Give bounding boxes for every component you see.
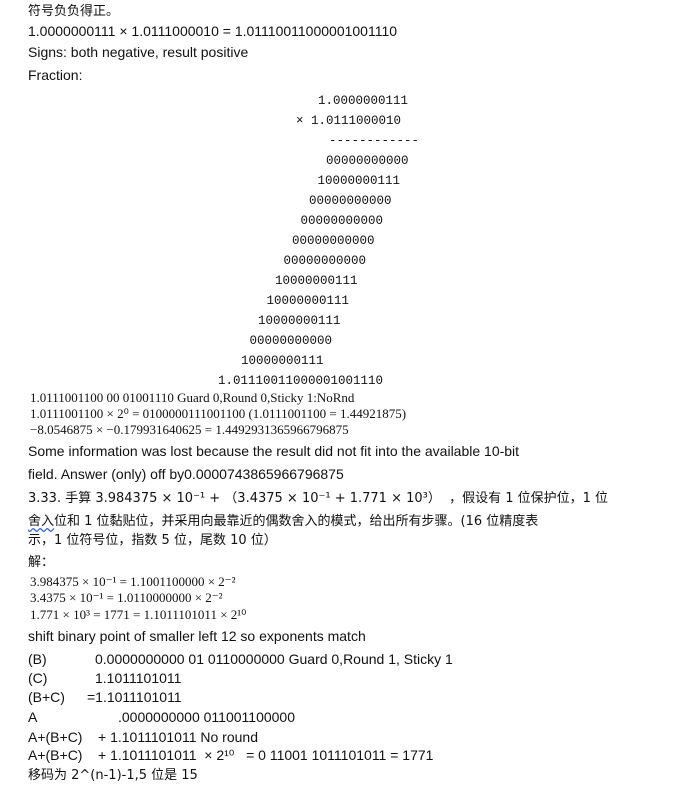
step-bc-label: (B+C) xyxy=(28,689,65,705)
multiplicand: 1.0000000111 xyxy=(318,94,409,108)
separator: ------------ xyxy=(329,134,420,148)
line-fraction-label: Fraction: xyxy=(28,67,83,83)
partial-product-row: 00000000000 xyxy=(309,194,392,208)
conversion-1: 3.984375 × 10⁻¹ = 1.1001100000 × 2⁻² xyxy=(30,574,236,589)
info-lost-line-2: field. Answer (only) off by0.00007438659… xyxy=(28,466,344,482)
problem-line-2-rest: 位和 1 位黏贴位，并采用向最靠近的偶数舍入的模式，给出所有步骤。(16 位精度… xyxy=(54,514,539,529)
line-sign-rule-cn: 符号负负得正。 xyxy=(28,4,120,19)
line-signs: Signs: both negative, result positive xyxy=(28,44,249,60)
step-a-value: .0000000000 011001100000 xyxy=(118,709,295,725)
partial-product-row: 00000000000 xyxy=(249,334,333,348)
partial-product-row: 10000000111 xyxy=(317,174,401,188)
rounding-line-1: 1.0111001100 00 01001110 Guard 0,Round 0… xyxy=(30,390,355,405)
problem-line-2: 舍入位和 1 位黏贴位，并采用向最靠近的偶数舍入的模式，给出所有步骤。(16 位… xyxy=(28,513,538,531)
problem-line-1: 3.33. 手算 3.984375 × 10⁻¹ + （3.4375 × 10⁻… xyxy=(28,491,609,506)
step-a-label: A xyxy=(28,709,38,725)
step-bc-value: =1.1011101011 xyxy=(87,689,182,705)
partial-product-row: 10000000111 xyxy=(266,294,350,308)
partial-product-row: 00000000000 xyxy=(300,214,384,228)
partial-product-row: 10000000111 xyxy=(275,274,358,288)
shift-note: shift binary point of smaller left 12 so… xyxy=(28,628,366,644)
multiplier: × 1.0111000010 xyxy=(296,114,402,128)
step-b-value: 0.0000000000 01 0110000000 Guard 0,Round… xyxy=(95,651,453,667)
info-lost-line-1: Some information was lost because the re… xyxy=(28,443,520,459)
conversion-2: 3.4375 × 10⁻¹ = 1.0110000000 × 2⁻² xyxy=(30,590,223,605)
step-c-value: 1.1011101011 xyxy=(95,670,182,686)
line-product-equation: 1.0000000111 × 1.0111000010 = 1.01110011… xyxy=(28,23,398,39)
rounding-line-3: −8.0546875 × −0.179931640625 = 1.4492931… xyxy=(30,422,349,437)
partial-product-row: 00000000000 xyxy=(283,254,367,268)
solution-label: 解： xyxy=(28,555,55,570)
rounding-line-2: 1.0111001100 × 2⁰ = 0100000111001100 (1.… xyxy=(30,406,407,421)
partial-product-row: 10000000111 xyxy=(258,314,341,328)
step-b-label: (B) xyxy=(28,651,47,667)
partial-product-row: 10000000111 xyxy=(241,354,324,368)
step-sum-2: A+(B+C) + 1.1011101011 × 2¹⁰ = 0 11001 1… xyxy=(28,747,434,763)
step-sum-1: A+(B+C) + 1.1011101011 No round xyxy=(28,729,258,745)
partial-product-row: 00000000000 xyxy=(292,234,375,248)
conversion-3: 1.771 × 10³ = 1771 = 1.1011101011 × 2¹⁰ xyxy=(30,607,247,622)
bias-note: 移码为 2^(n-1)-1,5 位是 15 xyxy=(28,768,198,783)
product-result: 1.01110011000001001110 xyxy=(218,374,384,388)
problem-line-3: 示，1 位符号位，指数 5 位，尾数 10 位） xyxy=(28,533,277,548)
partial-product-row: 00000000000 xyxy=(326,154,409,168)
step-c-label: (C) xyxy=(28,670,48,686)
problem-line-2-prefix: 舍入 xyxy=(28,514,55,529)
